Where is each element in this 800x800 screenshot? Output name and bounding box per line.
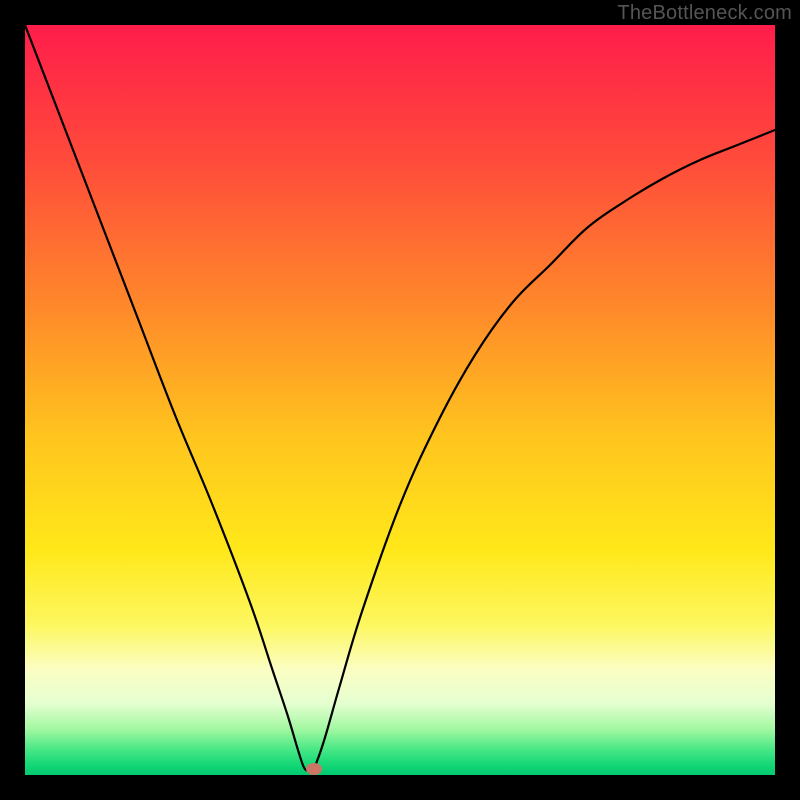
curve-layer: [25, 25, 775, 775]
watermark-text: TheBottleneck.com: [617, 2, 792, 25]
bottleneck-marker: [306, 763, 322, 775]
bottleneck-curve: [25, 25, 775, 772]
plot-area: [25, 25, 775, 775]
chart-frame: TheBottleneck.com: [0, 0, 800, 800]
